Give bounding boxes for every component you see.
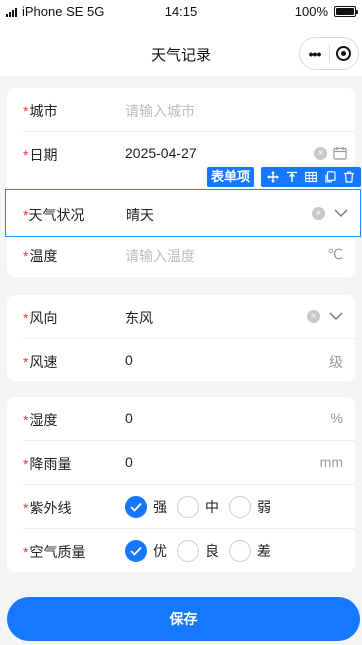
chevron-down-icon[interactable] [329, 311, 343, 321]
air-quality-option-label: 良 [205, 543, 219, 559]
wind-speed-input[interactable]: 0 [125, 352, 133, 368]
rainfall-label: 降雨量 [29, 456, 72, 472]
air-quality-option-fair[interactable]: 良 [177, 540, 219, 562]
calendar-icon[interactable] [333, 146, 347, 160]
close-miniprogram-button[interactable] [330, 46, 358, 61]
uv-label: 紫外线 [29, 500, 72, 516]
required-mark: * [23, 456, 29, 472]
align-top-icon[interactable] [286, 171, 298, 183]
wind-speed-label: 风速 [29, 354, 58, 370]
radio-checked-icon [125, 496, 147, 518]
required-mark: * [23, 310, 29, 326]
air-quality-option-good[interactable]: 优 [125, 540, 167, 562]
environment-card: *湿度 0 % *降雨量 0 mm *紫外线 强 中 弱 *空气质量 优 良 差 [7, 397, 355, 572]
air-quality-radio-group: 优 良 差 [125, 540, 281, 562]
chevron-down-icon[interactable] [334, 208, 348, 218]
required-mark: * [23, 500, 29, 516]
rainfall-input[interactable]: 0 [125, 454, 133, 470]
weather-row-selected[interactable]: *天气状况 晴天 × [5, 189, 361, 237]
uv-option-strong[interactable]: 强 [125, 496, 167, 518]
radio-unchecked-icon [177, 496, 199, 518]
miniprogram-capsule: ••• [299, 37, 359, 70]
radio-checked-icon [125, 540, 147, 562]
city-label: 城市 [29, 103, 58, 119]
clear-icon[interactable]: × [314, 147, 327, 160]
status-bar: iPhone SE 5G 14:15 100% [0, 0, 362, 22]
weather-select[interactable]: 晴天 [126, 205, 154, 225]
air-quality-label: 空气质量 [29, 544, 86, 560]
form-item-toolbar [261, 167, 361, 187]
wind-direction-label: 风向 [29, 310, 58, 326]
required-mark: * [23, 354, 29, 370]
humidity-input[interactable]: 0 [125, 410, 133, 426]
clear-icon[interactable]: × [307, 310, 320, 323]
air-quality-option-label: 优 [153, 543, 167, 559]
radio-unchecked-icon [177, 540, 199, 562]
uv-row: *紫外线 强 中 弱 [7, 485, 355, 529]
required-mark: * [23, 147, 29, 163]
uv-option-medium[interactable]: 中 [177, 496, 219, 518]
battery-icon [334, 6, 358, 17]
clear-icon[interactable]: × [312, 207, 325, 220]
required-mark: * [23, 248, 29, 264]
air-quality-row: *空气质量 优 良 差 [7, 529, 355, 573]
uv-option-weak[interactable]: 弱 [229, 496, 271, 518]
date-label: 日期 [29, 147, 58, 163]
table-icon[interactable] [305, 171, 317, 183]
air-quality-option-label: 差 [257, 543, 271, 559]
form-item-badge: 表单项 [207, 167, 255, 187]
city-row: *城市 请输入城市 [7, 88, 355, 132]
required-mark: * [23, 412, 29, 428]
date-picker[interactable]: 2025-04-27 [125, 145, 197, 161]
humidity-unit: % [330, 410, 343, 426]
required-mark: * [23, 544, 29, 560]
uv-option-label: 中 [205, 499, 219, 515]
humidity-row: *湿度 0 % [7, 397, 355, 441]
uv-option-label: 强 [153, 499, 167, 515]
temperature-input[interactable]: 请输入温度 [125, 246, 195, 266]
temperature-row: *温度 请输入温度 ℃ [7, 233, 355, 277]
rainfall-unit: mm [319, 454, 343, 470]
uv-option-label: 弱 [257, 499, 271, 515]
rainfall-row: *降雨量 0 mm [7, 441, 355, 485]
weather-label: 天气状况 [28, 207, 85, 223]
target-icon [336, 46, 352, 61]
move-icon[interactable] [267, 171, 280, 183]
radio-unchecked-icon [229, 540, 251, 562]
uv-radio-group: 强 中 弱 [125, 496, 281, 518]
radio-unchecked-icon [229, 496, 251, 518]
temperature-label: 温度 [29, 248, 58, 264]
wind-speed-row: *风速 0 级 [7, 339, 355, 383]
city-input[interactable]: 请输入城市 [125, 101, 195, 121]
required-mark: * [23, 103, 29, 119]
wind-direction-select[interactable]: 东风 [125, 308, 153, 328]
temperature-unit: ℃ [327, 246, 343, 262]
wind-card: *风向 东风 × *风速 0 级 [7, 295, 355, 381]
copy-icon[interactable] [324, 171, 336, 183]
save-button[interactable]: 保存 [7, 597, 360, 641]
wind-direction-row: *风向 东风 × [7, 295, 355, 339]
battery-percent: 100% [294, 4, 328, 19]
delete-icon[interactable] [343, 171, 355, 183]
humidity-label: 湿度 [29, 412, 58, 428]
more-icon[interactable]: ••• [300, 46, 329, 62]
wind-speed-unit: 级 [329, 354, 343, 370]
air-quality-option-poor[interactable]: 差 [229, 540, 271, 562]
nav-bar: 天气记录 ••• [0, 22, 362, 76]
